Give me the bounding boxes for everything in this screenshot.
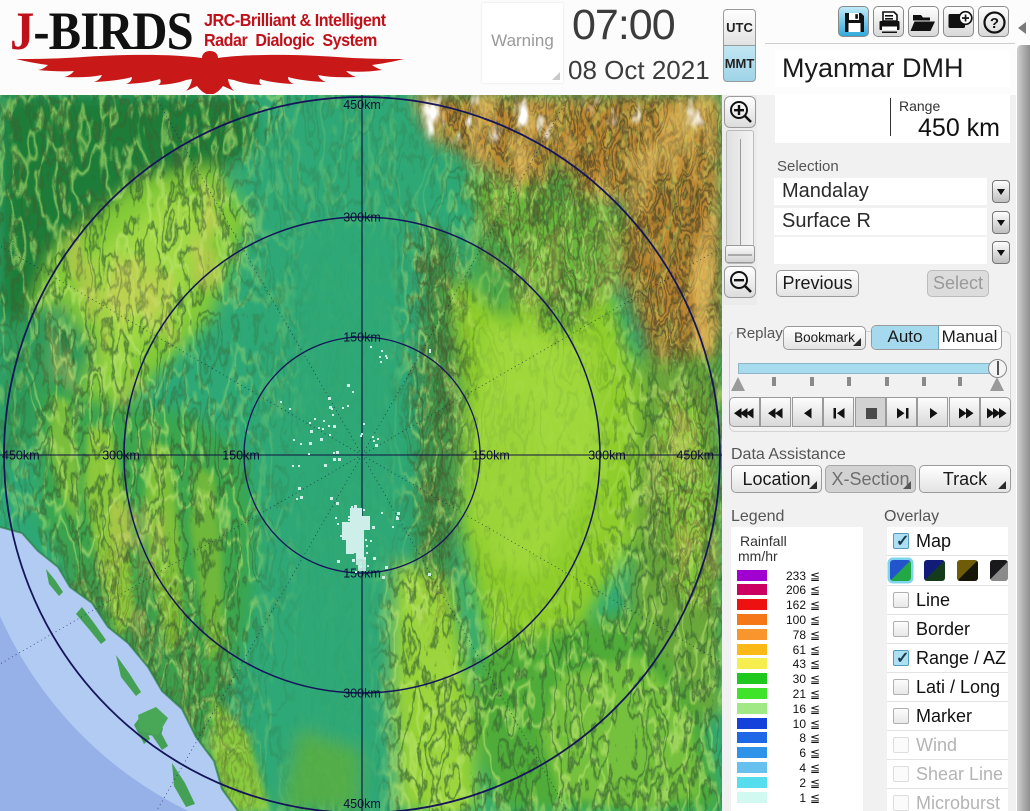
- svg-text:150km: 150km: [343, 331, 381, 345]
- svg-text:300km: 300km: [343, 687, 381, 701]
- svg-text:450km: 450km: [2, 449, 40, 463]
- svg-text:300km: 300km: [588, 449, 626, 463]
- svg-text:300km: 300km: [102, 449, 140, 463]
- svg-text:150km: 150km: [472, 449, 510, 463]
- svg-text:450km: 450km: [676, 449, 714, 463]
- svg-text:450km: 450km: [343, 797, 381, 811]
- svg-text:150km: 150km: [222, 449, 260, 463]
- svg-text:300km: 300km: [343, 211, 381, 225]
- svg-text:?: ?: [990, 15, 999, 32]
- svg-text:450km: 450km: [343, 98, 381, 112]
